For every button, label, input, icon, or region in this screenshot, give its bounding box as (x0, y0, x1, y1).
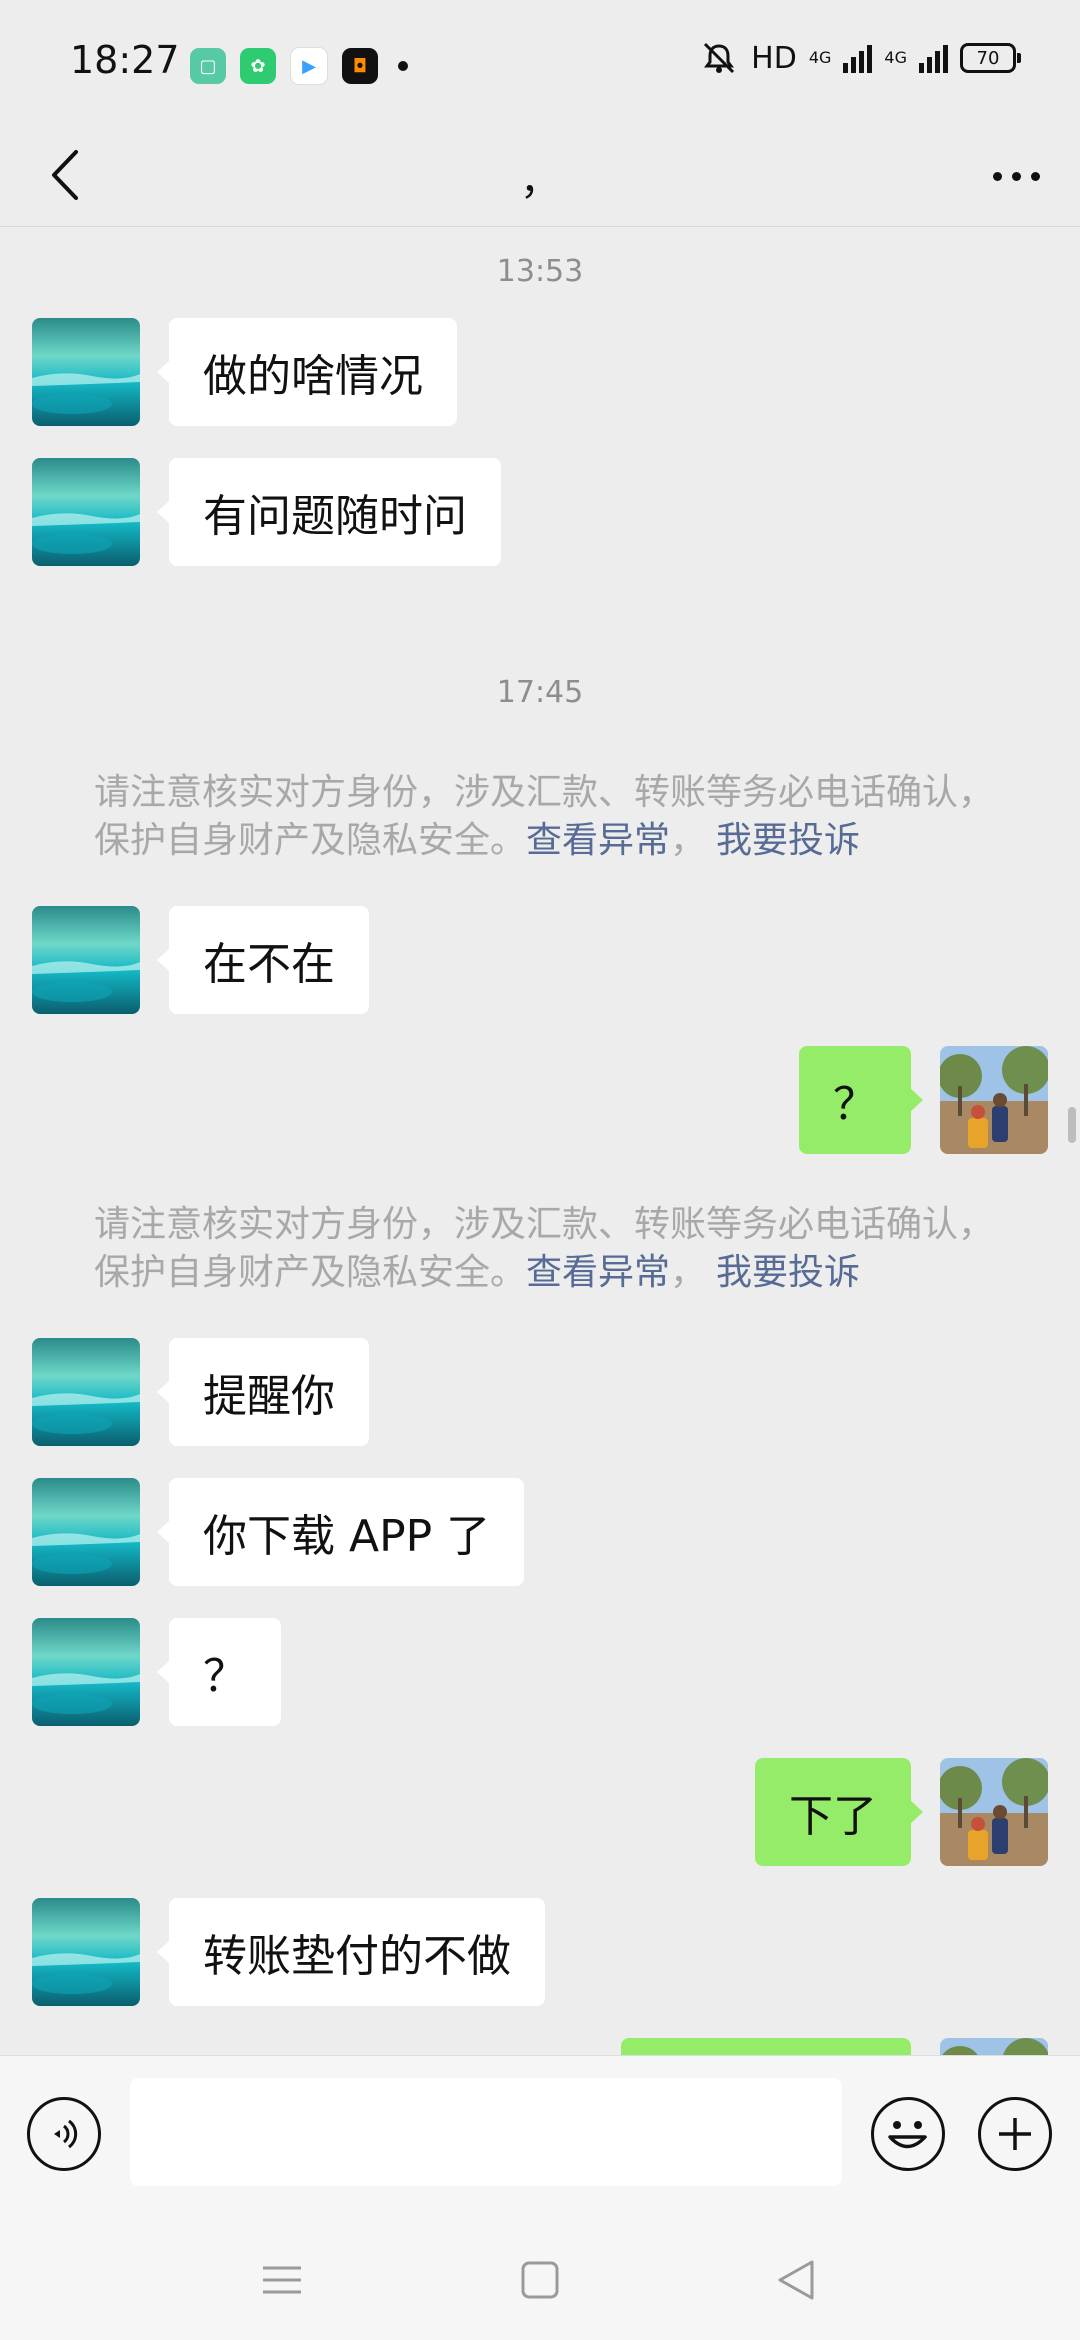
notification-icons: ▢ ✿ ▶ ◘ (190, 47, 408, 85)
voice-icon (54, 2119, 78, 2149)
signal-1-icon (843, 43, 873, 73)
contact-avatar[interactable] (32, 1478, 140, 1586)
contact-avatar[interactable] (32, 318, 140, 426)
input-bar (0, 2055, 1080, 2213)
more-options-button[interactable] (976, 146, 1056, 206)
status-time: 18:27 (70, 38, 180, 82)
chat-timestamp: 17:45 (496, 675, 584, 710)
incoming-message-bubble[interactable]: ？ (157, 1618, 281, 1726)
outgoing-message-bubble[interactable]: ？ (799, 1046, 923, 1154)
scroll-indicator[interactable] (1068, 1107, 1076, 1143)
system-back-button[interactable] (766, 2250, 826, 2310)
network-type-2: 4G (884, 48, 907, 67)
recent-apps-button[interactable] (252, 2250, 312, 2310)
message-input[interactable] (130, 2078, 842, 2186)
contact-avatar[interactable] (32, 1338, 140, 1446)
plus-icon (999, 2118, 1031, 2150)
network-type-1: 4G (808, 48, 832, 67)
my-avatar[interactable] (940, 2038, 1048, 2055)
incoming-message-bubble[interactable]: 你下载 APP 了 (156, 1478, 525, 1586)
status-right: HD 4G 4G 70 (699, 40, 1021, 76)
outgoing-message-bubble[interactable]: 下了 (755, 1758, 923, 1866)
system-navigation-bar (0, 2212, 1080, 2340)
smiley-icon (888, 2121, 927, 2149)
square-icon (521, 2261, 559, 2299)
incoming-message-bubble[interactable]: 转账垫付的不做 (157, 1898, 545, 2006)
more-functions-button[interactable] (978, 2097, 1052, 2171)
chat-title: ， (520, 158, 560, 204)
wechat-work-icon: ✿ (240, 48, 276, 84)
incoming-message-bubble[interactable]: 做的啥情况 (157, 318, 457, 426)
incoming-message-bubble[interactable]: 提醒你 (157, 1338, 369, 1446)
battery-level: 70 (976, 47, 1000, 69)
my-avatar[interactable] (940, 1758, 1048, 1866)
contact-avatar[interactable] (32, 1618, 140, 1726)
chat-timestamp: 13:53 (496, 254, 584, 289)
outgoing-message-bubble[interactable] (621, 2038, 911, 2055)
notice-separator: ， (670, 1252, 707, 1293)
status-bar: 18:27 ▢ ✿ ▶ ◘ HD 4G 4G 70 (0, 0, 1080, 130)
message-list[interactable]: 13:53 做的啥情况有问题随时问 17:45 请注意核实对方身份，涉及汇款、转账等务… (0, 227, 1080, 2055)
notes-app-icon: ▢ (190, 48, 226, 84)
hd-label: HD (751, 40, 797, 76)
security-notice: 请注意核实对方身份，涉及汇款、转账等务必电话确认，保护自身财产及隐私安全。查看异… (94, 769, 994, 865)
notice-separator: ， (670, 820, 707, 861)
video-app-icon: ▶ (290, 47, 328, 85)
contact-avatar[interactable] (32, 906, 140, 1014)
view-abnormal-link[interactable]: 查看异常 (526, 1252, 670, 1293)
security-notice: 请注意核实对方身份，涉及汇款、转账等务必电话确认，保护自身财产及隐私安全。查看异… (94, 1201, 994, 1297)
signal-2-icon (919, 43, 948, 73)
view-abnormal-link[interactable]: 查看异常 (526, 820, 670, 861)
mute-bell-icon (704, 42, 735, 74)
more-notifications-dot-icon (398, 61, 408, 71)
report-complaint-link[interactable]: 我要投诉 (716, 1252, 860, 1293)
incoming-message-bubble[interactable]: 在不在 (157, 906, 369, 1014)
emoji-button[interactable] (871, 2097, 945, 2171)
voice-input-button[interactable] (27, 2097, 101, 2171)
contact-avatar[interactable] (32, 1898, 140, 2006)
contact-avatar[interactable] (32, 458, 140, 566)
battery-icon: 70 (960, 43, 1021, 73)
incoming-message-bubble[interactable]: 有问题随时问 (157, 458, 501, 566)
chat-header: ， (0, 130, 1080, 227)
news-app-icon: ◘ (342, 48, 378, 84)
menu-icon (263, 2266, 301, 2294)
home-button[interactable] (510, 2250, 570, 2310)
report-complaint-link[interactable]: 我要投诉 (716, 820, 860, 861)
triangle-back-icon (778, 2260, 814, 2300)
my-avatar[interactable] (940, 1046, 1048, 1154)
